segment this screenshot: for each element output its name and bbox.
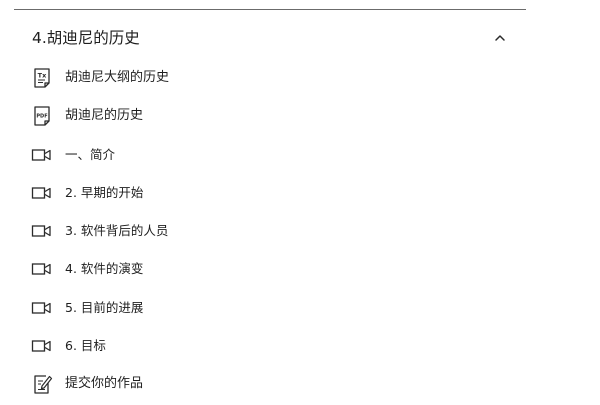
list-item-video[interactable]: 4. 软件的演变 <box>14 250 526 288</box>
item-label: 提交你的作品 <box>65 376 144 392</box>
video-icon <box>31 220 53 242</box>
item-label: 胡迪尼大纲的历史 <box>65 70 170 85</box>
item-label: 6. 目标 <box>65 338 106 354</box>
list-item-outline[interactable]: Tx 胡迪尼大纲的历史 <box>14 59 526 97</box>
list-item-video[interactable]: 5. 目前的进展 <box>14 289 526 327</box>
item-label: 3. 软件背后的人员 <box>65 223 169 239</box>
section-item-list: Tx 胡迪尼大纲的历史 PDF 胡迪尼的历史 一、简介 2. 早期的开始 3. … <box>14 59 526 404</box>
item-label: 2. 早期的开始 <box>65 184 144 200</box>
list-item-video[interactable]: 3. 软件背后的人员 <box>14 212 526 250</box>
assignment-icon <box>31 373 53 395</box>
pdf-glyph: PDF <box>36 114 47 120</box>
video-icon <box>31 297 53 319</box>
text-document-icon: Tx <box>31 67 53 89</box>
item-label: 4. 软件的演变 <box>65 261 144 277</box>
item-label: 一、简介 <box>65 146 116 162</box>
list-item-video[interactable]: 一、简介 <box>14 136 526 174</box>
list-item-pdf[interactable]: PDF 胡迪尼的历史 <box>14 97 526 135</box>
text-document-glyph: Tx <box>38 72 47 80</box>
pdf-file-icon: PDF <box>31 105 53 127</box>
video-icon <box>31 144 53 166</box>
video-icon <box>31 182 53 204</box>
item-label: 5. 目前的进展 <box>65 299 144 315</box>
item-label: 胡迪尼的历史 <box>65 108 144 124</box>
list-item-assignment[interactable]: 提交你的作品 <box>14 365 526 403</box>
video-icon <box>31 258 53 280</box>
list-item-video[interactable]: 2. 早期的开始 <box>14 174 526 212</box>
list-item-video[interactable]: 6. 目标 <box>14 327 526 365</box>
video-icon <box>31 335 53 357</box>
section-divider <box>14 9 526 10</box>
section-title: 4.胡迪尼的历史 <box>32 29 140 47</box>
section-header[interactable]: 4.胡迪尼的历史 <box>14 20 526 58</box>
chevron-up-icon[interactable] <box>490 28 510 48</box>
